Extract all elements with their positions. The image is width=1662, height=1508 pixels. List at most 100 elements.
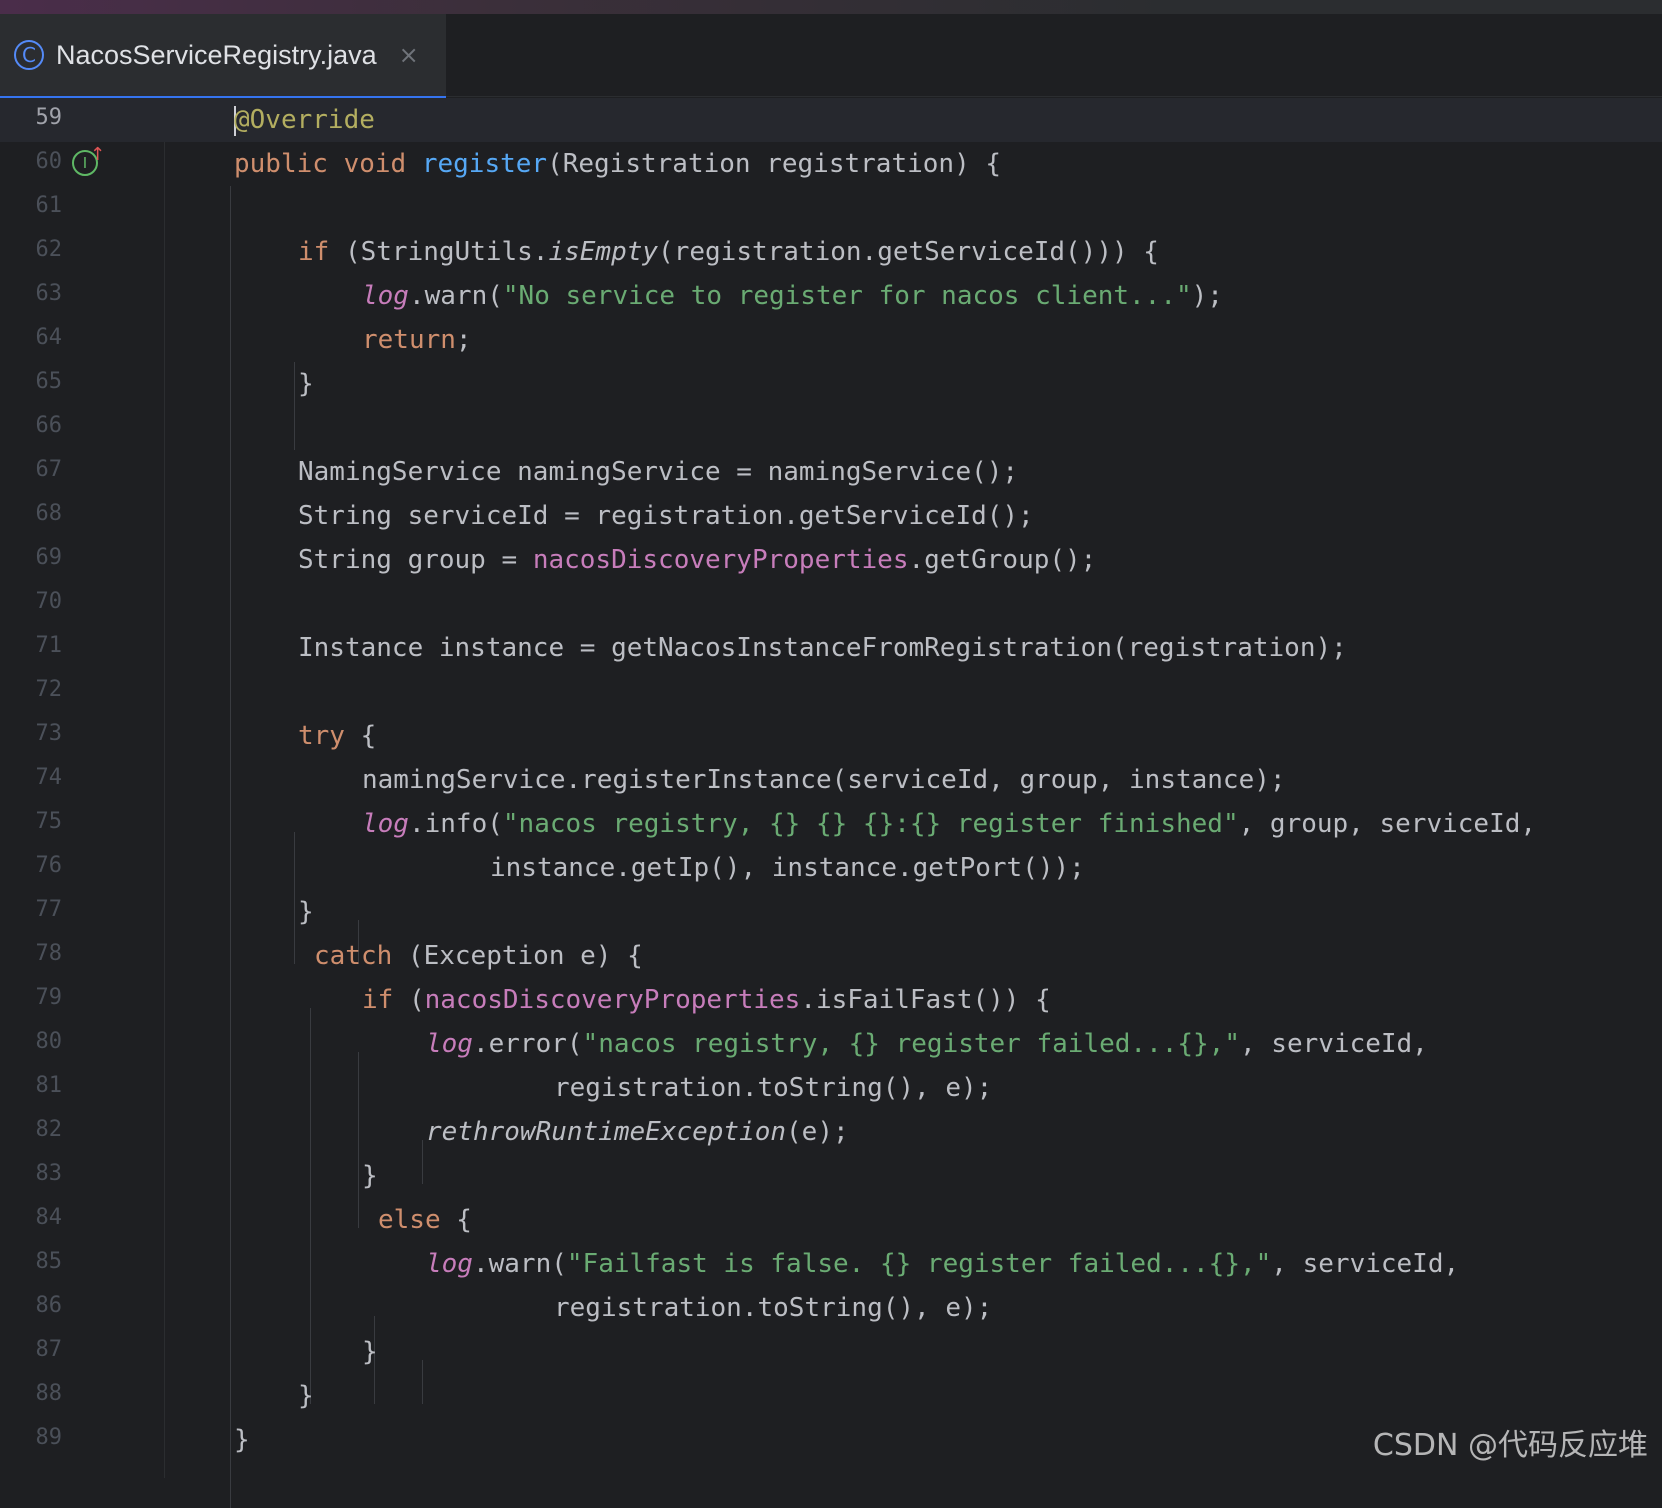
- keyword-token: catch: [314, 941, 393, 971]
- code-text: }: [362, 1161, 378, 1191]
- code-text: );: [1191, 281, 1223, 311]
- code-line-84[interactable]: 84 else {: [0, 1198, 1662, 1242]
- watermark: CSDN @代码反应堆: [1372, 1428, 1648, 1463]
- code-text: .error(: [472, 1029, 583, 1059]
- java-class-icon: C: [14, 40, 44, 70]
- code-line-60[interactable]: 60 I ↑ public void register(Registration…: [0, 142, 1662, 186]
- static-method-token: rethrowRuntimeException: [426, 1117, 787, 1147]
- code-text: Instance instance = getNacosInstanceFrom…: [298, 633, 1347, 663]
- code-text: String group =: [298, 545, 533, 575]
- code-line-88[interactable]: 88 }: [0, 1374, 1662, 1418]
- code-text: (Registration registration) {: [547, 149, 1002, 179]
- code-line-61[interactable]: 61: [0, 186, 1662, 230]
- tab-nacos-service-registry[interactable]: C NacosServiceRegistry.java ×: [0, 14, 446, 102]
- line-number: 59: [35, 105, 63, 130]
- code-line-75[interactable]: 75 log.info("nacos registry, {} {} {}:{}…: [0, 802, 1662, 846]
- code-line-74[interactable]: 74 namingService.registerInstance(servic…: [0, 758, 1662, 802]
- code-text: }: [298, 369, 314, 399]
- code-text: }: [362, 1337, 378, 1367]
- line-number: 83: [35, 1161, 63, 1186]
- code-text: registration.toString(), e);: [554, 1073, 993, 1103]
- code-line-78[interactable]: 78 catch (Exception e) {: [0, 934, 1662, 978]
- code-line-68[interactable]: 68 String serviceId = registration.getSe…: [0, 494, 1662, 538]
- code-line-63[interactable]: 63 log.warn("No service to register for …: [0, 274, 1662, 318]
- line-number: 87: [35, 1337, 63, 1362]
- log-field-token: log: [426, 1029, 473, 1059]
- code-line-80[interactable]: 80 log.error("nacos registry, {} registe…: [0, 1022, 1662, 1066]
- line-number: 74: [35, 765, 63, 790]
- code-text: (registration.getServiceId())) {: [658, 237, 1159, 267]
- keyword-token: return: [362, 325, 456, 355]
- code-text: , group, serviceId,: [1238, 809, 1537, 839]
- line-number: 79: [35, 985, 63, 1010]
- line-number: 64: [35, 325, 63, 350]
- code-line-59[interactable]: 59 @Override: [0, 98, 1662, 142]
- line-number: 63: [35, 281, 63, 306]
- code-line-64[interactable]: 64 return;: [0, 318, 1662, 362]
- line-number: 78: [35, 941, 63, 966]
- code-line-67[interactable]: 67 NamingService namingService = namingS…: [0, 450, 1662, 494]
- code-text: instance.getIp(), instance.getPort());: [490, 853, 1085, 883]
- code-line-77[interactable]: 77 }: [0, 890, 1662, 934]
- log-field-token: log: [362, 809, 409, 839]
- code-line-65[interactable]: 65 }: [0, 362, 1662, 406]
- code-text: NamingService namingService = namingServ…: [298, 457, 1019, 487]
- code-text: , serviceId,: [1240, 1029, 1428, 1059]
- code-text: }: [298, 897, 314, 927]
- line-number: 61: [35, 193, 63, 218]
- close-icon[interactable]: ×: [399, 41, 419, 69]
- code-text: ;: [455, 325, 472, 355]
- line-number: 70: [35, 589, 63, 614]
- code-line-71[interactable]: 71 Instance instance = getNacosInstanceF…: [0, 626, 1662, 670]
- go-to-super-arrow-icon[interactable]: ↑: [90, 144, 105, 165]
- code-line-82[interactable]: 82 rethrowRuntimeException(e);: [0, 1110, 1662, 1154]
- code-line-86[interactable]: 86 registration.toString(), e);: [0, 1286, 1662, 1330]
- field-token: nacosDiscoveryProperties: [424, 985, 801, 1015]
- annotation-token: @Override: [234, 105, 375, 135]
- code-line-69[interactable]: 69 String group = nacosDiscoveryProperti…: [0, 538, 1662, 582]
- code-text: .warn(: [408, 281, 503, 311]
- line-number: 73: [35, 721, 63, 746]
- code-line-83[interactable]: 83 }: [0, 1154, 1662, 1198]
- line-number: 75: [35, 809, 63, 834]
- line-number: 69: [35, 545, 63, 570]
- code-line-87[interactable]: 87 }: [0, 1330, 1662, 1374]
- keyword-token: try: [298, 721, 345, 751]
- code-line-81[interactable]: 81 registration.toString(), e);: [0, 1066, 1662, 1110]
- editor-tab-bar: C NacosServiceRegistry.java ×: [0, 14, 1662, 102]
- code-editor[interactable]: 59 @Override 60 I ↑ public void register…: [0, 98, 1662, 1508]
- line-number: 84: [35, 1205, 63, 1230]
- line-number: 62: [35, 237, 63, 262]
- log-field-token: log: [362, 281, 409, 311]
- string-token: "nacos registry, {} register failed...{}…: [582, 1029, 1240, 1059]
- code-line-85[interactable]: 85 log.warn("Failfast is false. {} regis…: [0, 1242, 1662, 1286]
- code-line-76[interactable]: 76 instance.getIp(), instance.getPort())…: [0, 846, 1662, 890]
- keyword-token: if: [298, 237, 330, 267]
- code-line-66[interactable]: 66: [0, 406, 1662, 450]
- code-text: {: [344, 721, 377, 751]
- code-line-62[interactable]: 62 if (StringUtils.isEmpty(registration.…: [0, 230, 1662, 274]
- method-name-token: register: [421, 149, 548, 179]
- code-text: }: [234, 1425, 250, 1455]
- code-text: {: [440, 1205, 472, 1235]
- line-number: 67: [35, 457, 63, 482]
- tab-title: NacosServiceRegistry.java: [56, 39, 377, 70]
- field-token: nacosDiscoveryProperties: [532, 545, 909, 575]
- code-text: (: [393, 985, 425, 1015]
- line-number: 82: [35, 1117, 63, 1142]
- code-line-70[interactable]: 70: [0, 582, 1662, 626]
- code-line-72[interactable]: 72: [0, 670, 1662, 714]
- string-token: "No service to register for nacos client…: [502, 281, 1192, 311]
- keyword-token: else: [378, 1205, 441, 1235]
- line-number: 81: [35, 1073, 63, 1098]
- code-text: namingService.registerInstance(serviceId…: [362, 765, 1286, 795]
- line-number: 80: [35, 1029, 63, 1054]
- code-text: (Exception e) {: [392, 941, 643, 971]
- line-number: 65: [35, 369, 63, 394]
- code-text: (StringUtils.: [329, 237, 549, 267]
- code-line-79[interactable]: 79 if (nacosDiscoveryProperties.isFailFa…: [0, 978, 1662, 1022]
- code-text: .info(: [408, 809, 503, 839]
- code-line-73[interactable]: 73 try {: [0, 714, 1662, 758]
- line-number: 86: [35, 1293, 63, 1318]
- keyword-token: public void: [234, 149, 422, 179]
